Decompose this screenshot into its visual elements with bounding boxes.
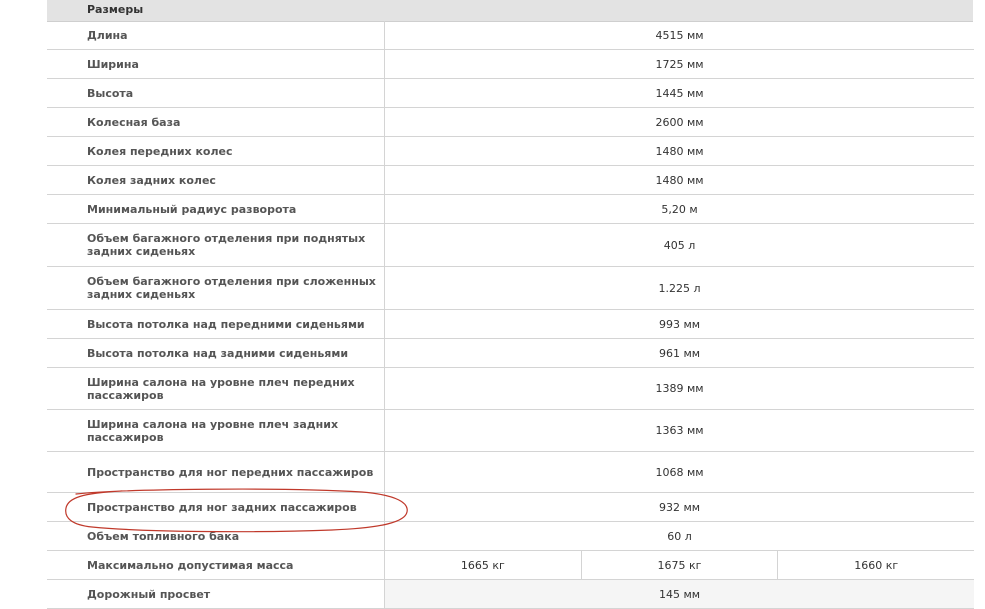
row-value: 60 л <box>667 529 692 543</box>
row-label: Колесная база <box>47 108 385 136</box>
row-label: Пространство для ног передних пассажиров <box>47 452 385 492</box>
table-row: Объем багажного отделения при поднятых з… <box>47 224 974 267</box>
row-value: 145 мм <box>658 587 701 601</box>
row-label: Высота потолка над задними сиденьями <box>47 339 385 367</box>
row-label: Объем багажного отделения при поднятых з… <box>47 224 385 266</box>
table-row: Высота 1445 мм <box>47 79 974 108</box>
row-value: 932 мм <box>658 500 701 514</box>
row-label: Минимальный радиус разворота <box>47 195 385 223</box>
row-value: 1389 мм <box>655 382 704 395</box>
row-label: Колея передних колес <box>47 137 385 165</box>
mass-value-1: 1665 кг <box>385 551 582 579</box>
mass-value-3: 1660 кг <box>778 551 975 579</box>
row-label: Высота потолка над передними сиденьями <box>47 310 385 338</box>
row-value: 1480 мм <box>655 144 704 158</box>
table-row: Ширина салона на уровне плеч передних па… <box>47 368 974 410</box>
row-value: 961 мм <box>658 346 701 360</box>
table-row: Высота потолка над передними сиденьями 9… <box>47 310 974 339</box>
table-row: Высота потолка над задними сиденьями 961… <box>47 339 974 368</box>
row-label: Пространство для ног задних пассажиров <box>47 493 385 521</box>
row-label: Максимально допустимая масса <box>47 551 385 579</box>
table-row: Объем багажного отделения при сложенных … <box>47 267 974 310</box>
row-value: 1445 мм <box>655 86 704 100</box>
row-label: Ширина салона на уровне плеч задних пасс… <box>47 410 385 451</box>
row-label: Колея задних колес <box>47 166 385 194</box>
spec-page: Размеры Длина 4515 мм Ширина 1725 мм Выс… <box>0 0 985 609</box>
row-label: Объем топливного бака <box>47 522 385 550</box>
row-label: Объем багажного отделения при сложенных … <box>47 267 385 309</box>
mass-values: 1665 кг 1675 кг 1660 кг <box>385 551 975 579</box>
table-row: Пространство для ног передних пассажиров… <box>47 452 974 493</box>
table-row: Колея задних колес 1480 мм <box>47 166 974 195</box>
section-title: Размеры <box>87 3 144 16</box>
table-row: Колесная база 2600 мм <box>47 108 974 137</box>
row-value: 405 л <box>663 238 696 252</box>
row-value: 5,20 м <box>661 202 698 216</box>
row-label: Ширина салона на уровне плеч передних па… <box>47 368 385 409</box>
table-row: Максимально допустимая масса 1665 кг 167… <box>47 551 975 580</box>
table-row: Колея передних колес 1480 мм <box>47 137 974 166</box>
row-label: Ширина <box>47 50 385 78</box>
spec-table: Длина 4515 мм Ширина 1725 мм Высота 1445… <box>47 21 975 609</box>
row-value: 993 мм <box>658 317 701 331</box>
section-header: Размеры <box>47 0 973 22</box>
table-row: Объем топливного бака 60 л <box>47 522 974 551</box>
table-row: Дорожный просвет 145 мм <box>47 580 974 609</box>
table-row: Пространство для ног задних пассажиров 9… <box>47 493 974 522</box>
row-value: 1480 мм <box>655 173 704 187</box>
row-label: Длина <box>47 21 385 49</box>
row-label: Высота <box>47 79 385 107</box>
row-value: 1.225 л <box>658 281 701 295</box>
row-value: 4515 мм <box>655 28 704 42</box>
mass-value-2: 1675 кг <box>581 551 779 579</box>
row-value: 2600 мм <box>655 115 704 129</box>
row-value: 1068 мм <box>655 465 704 479</box>
row-value: 1363 мм <box>655 424 704 437</box>
row-label: Дорожный просвет <box>47 580 385 608</box>
table-row: Длина 4515 мм <box>47 21 974 50</box>
table-row: Ширина салона на уровне плеч задних пасс… <box>47 410 974 452</box>
table-row: Минимальный радиус разворота 5,20 м <box>47 195 974 224</box>
table-row: Ширина 1725 мм <box>47 50 974 79</box>
row-value: 1725 мм <box>655 57 704 71</box>
